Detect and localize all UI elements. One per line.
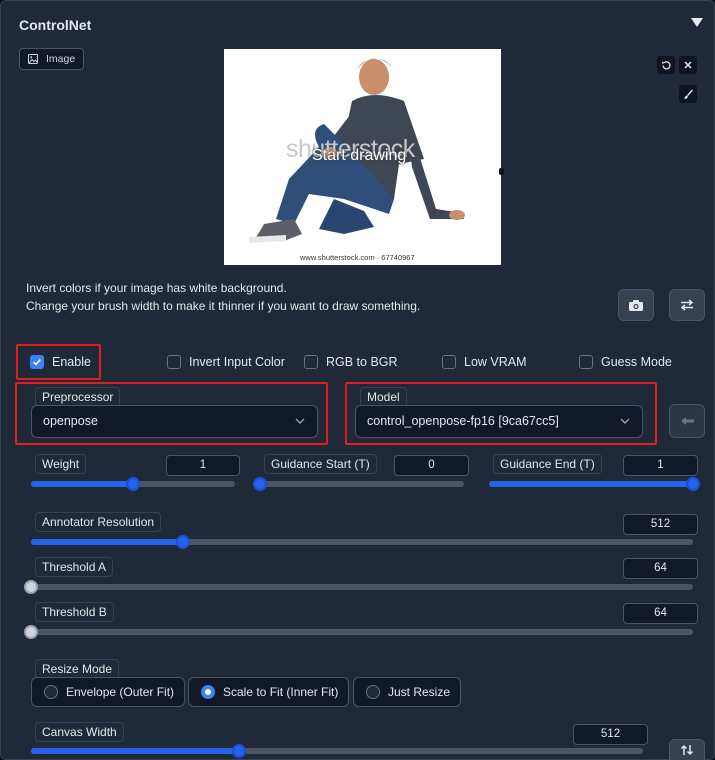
- resize-just-resize-option[interactable]: Just Resize: [353, 677, 462, 707]
- weight-slider[interactable]: [31, 477, 235, 491]
- threshold-a-slider[interactable]: [24, 580, 693, 594]
- resize-envelope-label: Envelope (Outer Fit): [66, 685, 175, 699]
- swap-icon: [680, 299, 694, 311]
- camera-icon: [629, 299, 643, 311]
- model-value: control_openpose-fp16 [9ca67cc5]: [367, 414, 559, 428]
- weight-input[interactable]: 1: [166, 455, 240, 476]
- canvas-width-label: Canvas Width: [35, 722, 124, 742]
- model-select[interactable]: control_openpose-fp16 [9ca67cc5]: [355, 405, 643, 438]
- low-vram-checkbox[interactable]: Low VRAM: [442, 355, 527, 369]
- guidance-start-slider-thumb[interactable]: [253, 477, 267, 491]
- weight-slider-fill: [31, 481, 133, 487]
- enable-check-icon[interactable]: [30, 355, 44, 369]
- threshold-a-label: Threshold A: [35, 557, 114, 577]
- panel-title: ControlNet: [19, 17, 92, 33]
- resize-scale-to-fit-label: Scale to Fit (Inner Fit): [223, 685, 339, 699]
- send-dimensions-icon: [681, 417, 694, 425]
- image-tab[interactable]: Image: [19, 48, 85, 70]
- collapse-triangle-icon[interactable]: [691, 18, 703, 27]
- resize-envelope-radio[interactable]: [44, 685, 58, 699]
- weight-slider-thumb[interactable]: [126, 477, 140, 491]
- rgb-bgr-box[interactable]: [304, 355, 318, 369]
- image-tab-label: Image: [46, 53, 76, 65]
- low-vram-label: Low VRAM: [464, 355, 527, 369]
- annotator-resolution-slider-fill: [31, 539, 184, 545]
- rgb-to-bgr-checkbox[interactable]: RGB to BGR: [304, 355, 398, 369]
- camera-button[interactable]: [618, 289, 654, 321]
- guess-mode-label: Guess Mode: [601, 355, 672, 369]
- canvas-width-slider-thumb[interactable]: [232, 744, 247, 758]
- threshold-b-slider-thumb[interactable]: [24, 625, 38, 639]
- guidance-end-label: Guidance End (T): [493, 454, 602, 474]
- canvas-width-input[interactable]: 512: [573, 724, 648, 745]
- guidance-end-slider[interactable]: [489, 477, 700, 491]
- refresh-models-button[interactable]: [669, 404, 705, 438]
- resize-envelope-option[interactable]: Envelope (Outer Fit): [31, 677, 186, 707]
- annotator-resolution-input[interactable]: 512: [623, 514, 698, 535]
- invert-label: Invert Input Color: [189, 355, 285, 369]
- model-label: Model: [360, 387, 407, 407]
- invert-input-color-checkbox[interactable]: Invert Input Color: [167, 355, 285, 369]
- hint-brush: Change your brush width to make it thinn…: [26, 299, 421, 313]
- guidance-start-input[interactable]: 0: [394, 455, 469, 476]
- threshold-b-slider[interactable]: [24, 625, 693, 639]
- canvas-cursor-marker: [499, 168, 504, 175]
- swap-button[interactable]: [669, 289, 705, 321]
- swap-dimensions-button[interactable]: [669, 739, 705, 760]
- start-drawing-text: Start drawing: [312, 147, 407, 164]
- threshold-a-slider-thumb[interactable]: [24, 580, 38, 594]
- guess-mode-checkbox[interactable]: Guess Mode: [579, 355, 672, 369]
- guidance-end-input[interactable]: 1: [623, 455, 698, 476]
- controlnet-panel: ControlNet Image shutterstock Start draw…: [0, 0, 715, 760]
- guidance-end-slider-fill: [489, 481, 693, 487]
- weight-label: Weight: [35, 454, 87, 474]
- image-icon: [28, 54, 38, 64]
- canvas-width-slider-fill: [31, 748, 240, 754]
- enable-label: Enable: [52, 355, 91, 369]
- guidance-end-slider-thumb[interactable]: [686, 477, 700, 491]
- chevron-down-icon: [620, 418, 630, 424]
- brush-button[interactable]: [679, 85, 697, 103]
- invert-box[interactable]: [167, 355, 181, 369]
- canvas-footer-text: www.shutterstock.com · 67740967: [300, 253, 415, 262]
- guess-mode-box[interactable]: [579, 355, 593, 369]
- swap-vertical-icon: [680, 744, 694, 756]
- drawing-canvas[interactable]: shutterstock Start drawing www.shutterst…: [224, 49, 501, 265]
- annotator-resolution-slider[interactable]: [31, 535, 693, 549]
- undo-button[interactable]: [657, 56, 675, 74]
- resize-mode-label: Resize Mode: [35, 659, 120, 679]
- resize-just-resize-radio[interactable]: [366, 685, 380, 699]
- preprocessor-label: Preprocessor: [35, 387, 121, 407]
- close-button[interactable]: [679, 56, 697, 74]
- hint-invert: Invert colors if your image has white ba…: [26, 281, 287, 295]
- resize-scale-to-fit-radio[interactable]: [201, 685, 215, 699]
- close-icon: [684, 61, 692, 69]
- threshold-b-label: Threshold B: [35, 602, 114, 622]
- low-vram-box[interactable]: [442, 355, 456, 369]
- threshold-a-input[interactable]: 64: [623, 558, 698, 579]
- threshold-b-input[interactable]: 64: [623, 603, 698, 624]
- undo-icon: [661, 60, 671, 69]
- rgb-bgr-label: RGB to BGR: [326, 355, 398, 369]
- guidance-start-slider[interactable]: [253, 477, 464, 491]
- guidance-start-label: Guidance Start (T): [264, 454, 377, 474]
- annotator-resolution-label: Annotator Resolution: [35, 512, 162, 532]
- enable-checkbox[interactable]: Enable: [30, 355, 91, 369]
- preprocessor-select[interactable]: openpose: [31, 405, 318, 438]
- preprocessor-value: openpose: [43, 414, 98, 428]
- annotator-resolution-slider-thumb[interactable]: [176, 535, 191, 549]
- resize-scale-to-fit-option[interactable]: Scale to Fit (Inner Fit): [188, 677, 350, 707]
- resize-just-resize-label: Just Resize: [388, 685, 451, 699]
- chevron-down-icon: [295, 418, 305, 424]
- canvas-width-slider[interactable]: [31, 744, 643, 758]
- brush-icon: [684, 89, 693, 99]
